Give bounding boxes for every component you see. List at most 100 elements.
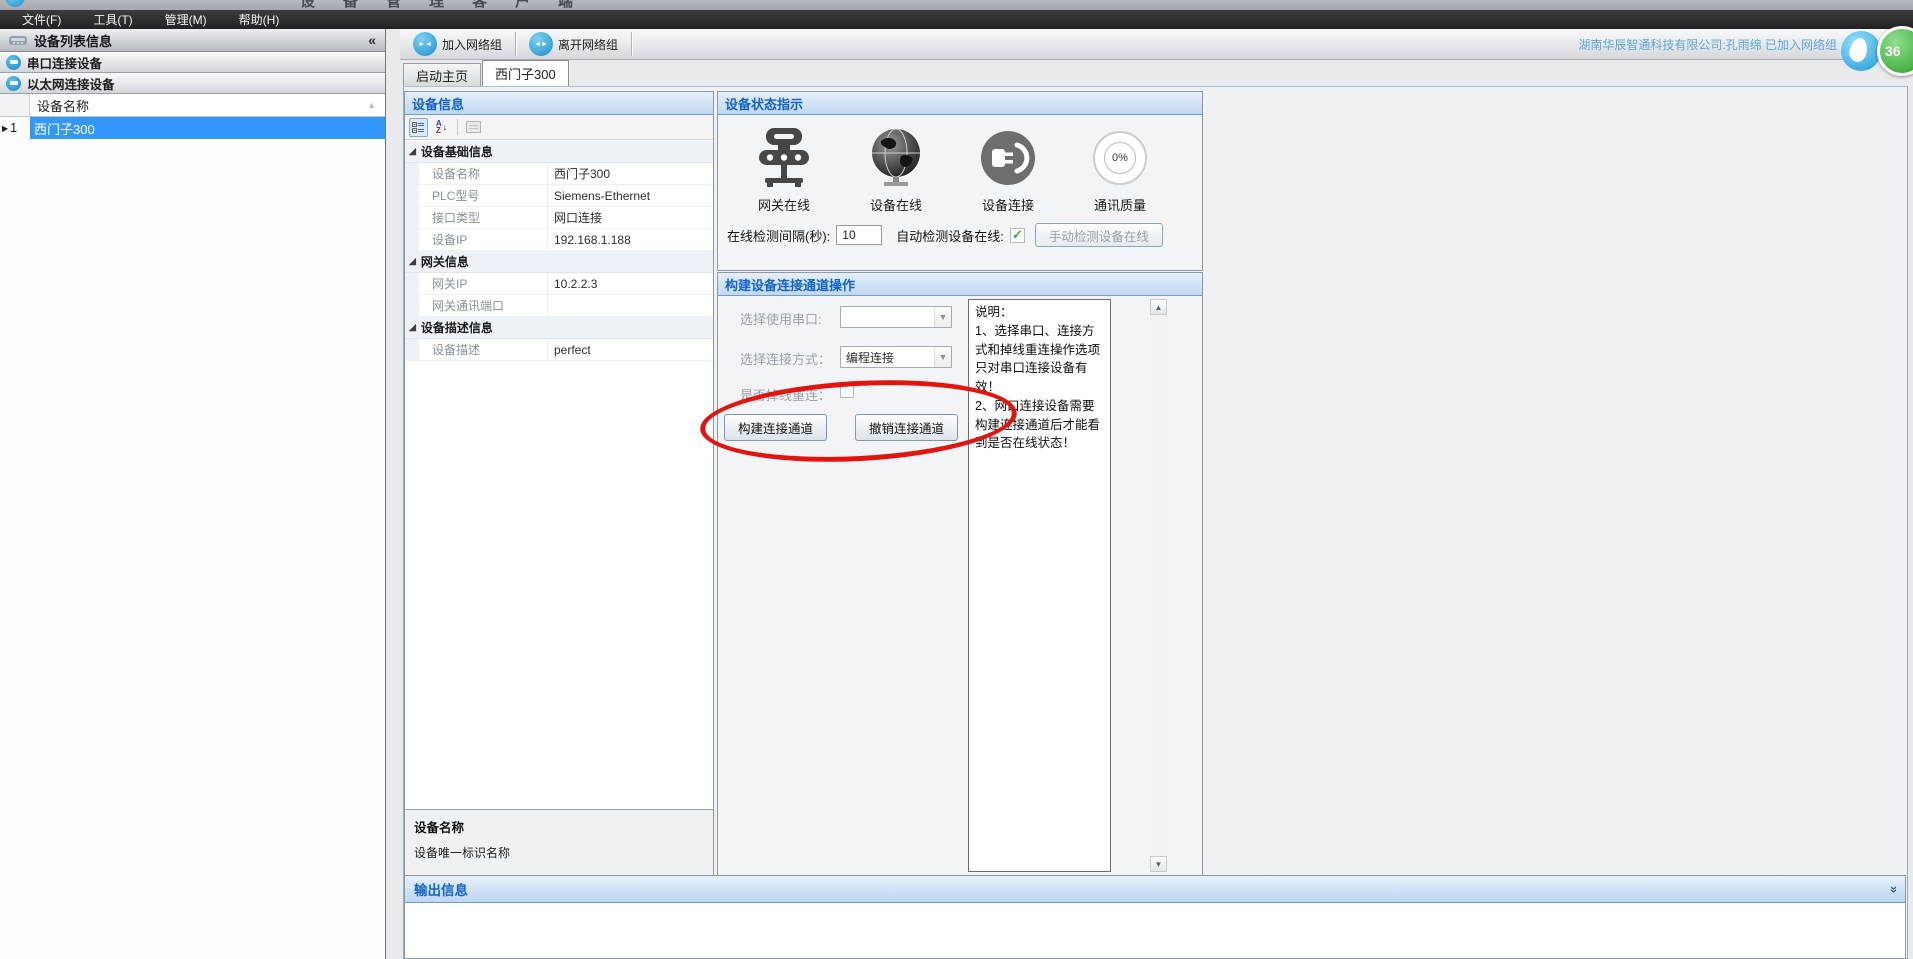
sidebar-header: 设备列表信息 « xyxy=(0,29,385,52)
interval-label: 在线检测间隔(秒): xyxy=(727,226,830,245)
property-category[interactable]: ◢ 设备基础信息 xyxy=(405,141,713,163)
sidebar-group-ethernet[interactable]: 以太网连接设备 xyxy=(0,73,385,94)
property-value[interactable]: 192.168.1.188 xyxy=(547,229,713,250)
menu-file[interactable]: 文件(F) xyxy=(6,10,77,29)
property-help-box: 设备名称 设备唯一标识名称 xyxy=(405,809,713,875)
channel-panel-header: 构建设备连接通道操作 xyxy=(718,273,1202,296)
connect-mode-select[interactable]: 编程连接 ▼ xyxy=(840,346,952,368)
property-help-text: 设备唯一标识名称 xyxy=(414,844,704,861)
device-table-header: 设备名称 ▲ xyxy=(0,94,385,117)
window-title: 设备管理客户端 xyxy=(300,0,601,10)
property-value[interactable]: Siemens-Ethernet xyxy=(547,185,713,206)
property-label: 设备名称 xyxy=(419,163,547,184)
collapse-sidebar-icon[interactable]: « xyxy=(368,32,376,48)
device-table-row[interactable]: ▶ 1 西门子300 xyxy=(0,117,385,139)
property-row[interactable]: 网关通讯端口 xyxy=(405,295,713,317)
device-name-cell[interactable]: 西门子300 xyxy=(30,117,385,139)
join-network-group-button[interactable]: ►◄ 加入网络组 xyxy=(402,30,513,58)
property-value[interactable]: 西门子300 xyxy=(547,163,713,184)
property-row[interactable]: 设备描述 perfect xyxy=(405,339,713,361)
device-status-panel: 设备状态指示 网关在线 xyxy=(717,91,1203,271)
property-label: 网关通讯端口 xyxy=(419,295,547,316)
property-row[interactable]: 设备名称 西门子300 xyxy=(405,163,713,185)
device-status-panel-header: 设备状态指示 xyxy=(718,92,1202,115)
property-grid-toolbar: AZ ↓ xyxy=(405,115,713,140)
app-icon xyxy=(5,0,25,7)
property-value[interactable]: perfect xyxy=(547,339,713,360)
panel-scrollbar[interactable]: ▲ ▼ xyxy=(1150,299,1167,872)
device-info-panel-header: 设备信息 xyxy=(405,92,713,115)
globe-icon xyxy=(867,126,925,190)
collapse-triangle-icon[interactable]: ◢ xyxy=(409,146,416,157)
chevron-down-icon[interactable]: ▼ xyxy=(934,347,951,367)
reconnect-checkbox[interactable] xyxy=(840,384,854,398)
alphabetical-sort-icon[interactable]: AZ ↓ xyxy=(432,118,451,137)
indicator-device-connect: 设备连接 xyxy=(952,122,1064,214)
property-row[interactable]: PLC型号 Siemens-Ethernet xyxy=(405,185,713,207)
device-list-sidebar: 设备列表信息 « 串口连接设备 以太网连接设备 设备名称 ▲ ▶ 1 西门子30… xyxy=(0,29,386,959)
quality-value: 0% xyxy=(1104,142,1136,174)
property-label: 设备描述 xyxy=(419,339,547,360)
leave-network-group-button[interactable]: ◄► 离开网络组 xyxy=(518,30,629,58)
sort-arrow-icon[interactable]: ▲ xyxy=(367,100,376,110)
chevron-down-icon[interactable]: ▼ xyxy=(934,307,951,327)
output-log-area[interactable] xyxy=(405,903,1905,958)
serial-port-label: 选择使用串口: xyxy=(740,309,822,328)
serial-group-label: 串口连接设备 xyxy=(27,53,102,72)
property-grid[interactable]: ◢ 设备基础信息 设备名称 西门子300 PLC型号 Siemens-Ether… xyxy=(405,141,713,808)
property-value[interactable]: 10.2.2.3 xyxy=(547,273,713,294)
note-title: 说明： xyxy=(975,303,1104,322)
tab-content-area: 设备信息 AZ ↓ xyxy=(403,86,1908,959)
property-category[interactable]: ◢ 网关信息 xyxy=(405,251,713,273)
scroll-up-icon[interactable]: ▲ xyxy=(1150,299,1167,315)
build-channel-button[interactable]: 构建连接通道 xyxy=(724,414,827,441)
tab-device-siemens300[interactable]: 西门子300 xyxy=(482,60,569,86)
auto-detect-label: 自动检测设备在线: xyxy=(896,226,1004,245)
property-label: 网关IP xyxy=(419,273,547,294)
collapse-triangle-icon[interactable]: ◢ xyxy=(409,256,416,267)
check-icon: ✓ xyxy=(1012,227,1023,243)
sidebar-splitter[interactable] xyxy=(387,29,400,959)
property-label: 接口类型 xyxy=(419,207,547,228)
device-info-panel: 设备信息 AZ ↓ xyxy=(404,91,714,876)
document-tab-bar: 启动主页 西门子300 xyxy=(400,60,1913,86)
property-category[interactable]: ◢ 设备描述信息 xyxy=(405,317,713,339)
scroll-down-icon[interactable]: ▼ xyxy=(1150,856,1167,872)
serial-port-select[interactable]: ▼ xyxy=(840,306,952,328)
menu-help[interactable]: 帮助(H) xyxy=(223,10,296,29)
ethernet-group-label: 以太网连接设备 xyxy=(27,74,115,93)
messenger-overlay-icon[interactable] xyxy=(1841,31,1881,71)
ethernet-device-icon xyxy=(6,76,21,91)
instruction-note-box: 说明： 1、选择串口、连接方式和掉线重连操作选项只对串口连接设备有效！ 2、网口… xyxy=(968,299,1111,872)
property-label: 设备IP xyxy=(419,229,547,250)
collapse-triangle-icon[interactable]: ◢ xyxy=(409,322,416,333)
property-help-title: 设备名称 xyxy=(414,817,704,836)
menu-bar: 文件(F) 工具(T) 管理(M) 帮助(H) xyxy=(0,10,1913,29)
property-row[interactable]: 接口类型 网口连接 xyxy=(405,207,713,229)
collapse-output-icon[interactable]: « xyxy=(1885,885,1900,892)
revoke-channel-button[interactable]: 撤销连接通道 xyxy=(855,414,958,441)
status-indicator-row: 网关在线 xyxy=(718,115,1202,214)
property-value[interactable] xyxy=(547,295,713,316)
quality-ring-icon: 0% xyxy=(1093,131,1147,185)
manual-detect-button[interactable]: 手动检测设备在线 xyxy=(1035,223,1163,247)
property-row[interactable]: 设备IP 192.168.1.188 xyxy=(405,229,713,251)
channel-operation-panel: 构建设备连接通道操作 选择使用串口: ▼ 选择连接方式： 编程连接 ▼ 是否掉线… xyxy=(717,272,1203,876)
property-value[interactable]: 网口连接 xyxy=(547,207,713,228)
sidebar-title: 设备列表信息 xyxy=(34,31,361,50)
menu-tools[interactable]: 工具(T) xyxy=(77,10,148,29)
property-label: PLC型号 xyxy=(419,185,547,206)
row-number-cell: ▶ 1 xyxy=(0,117,30,139)
tab-home[interactable]: 启动主页 xyxy=(403,63,481,86)
property-row[interactable]: 网关IP 10.2.2.3 xyxy=(405,273,713,295)
interval-input[interactable] xyxy=(836,225,882,245)
note-line-2: 2、网口连接设备需要构建连接通道后才能看到是否在线状态！ xyxy=(975,397,1104,453)
auto-detect-checkbox[interactable]: ✓ xyxy=(1010,228,1025,243)
device-name-column-header[interactable]: 设备名称 ▲ xyxy=(30,94,385,116)
sidebar-group-serial[interactable]: 串口连接设备 xyxy=(0,52,385,73)
property-pages-icon xyxy=(464,118,483,137)
categorized-view-icon[interactable] xyxy=(409,118,428,137)
menu-manage[interactable]: 管理(M) xyxy=(149,10,223,29)
company-login-status: 湖南华辰智通科技有限公司:孔雨绵 已加入网络组 xyxy=(1578,29,1837,60)
toolbar-separator xyxy=(457,119,458,135)
